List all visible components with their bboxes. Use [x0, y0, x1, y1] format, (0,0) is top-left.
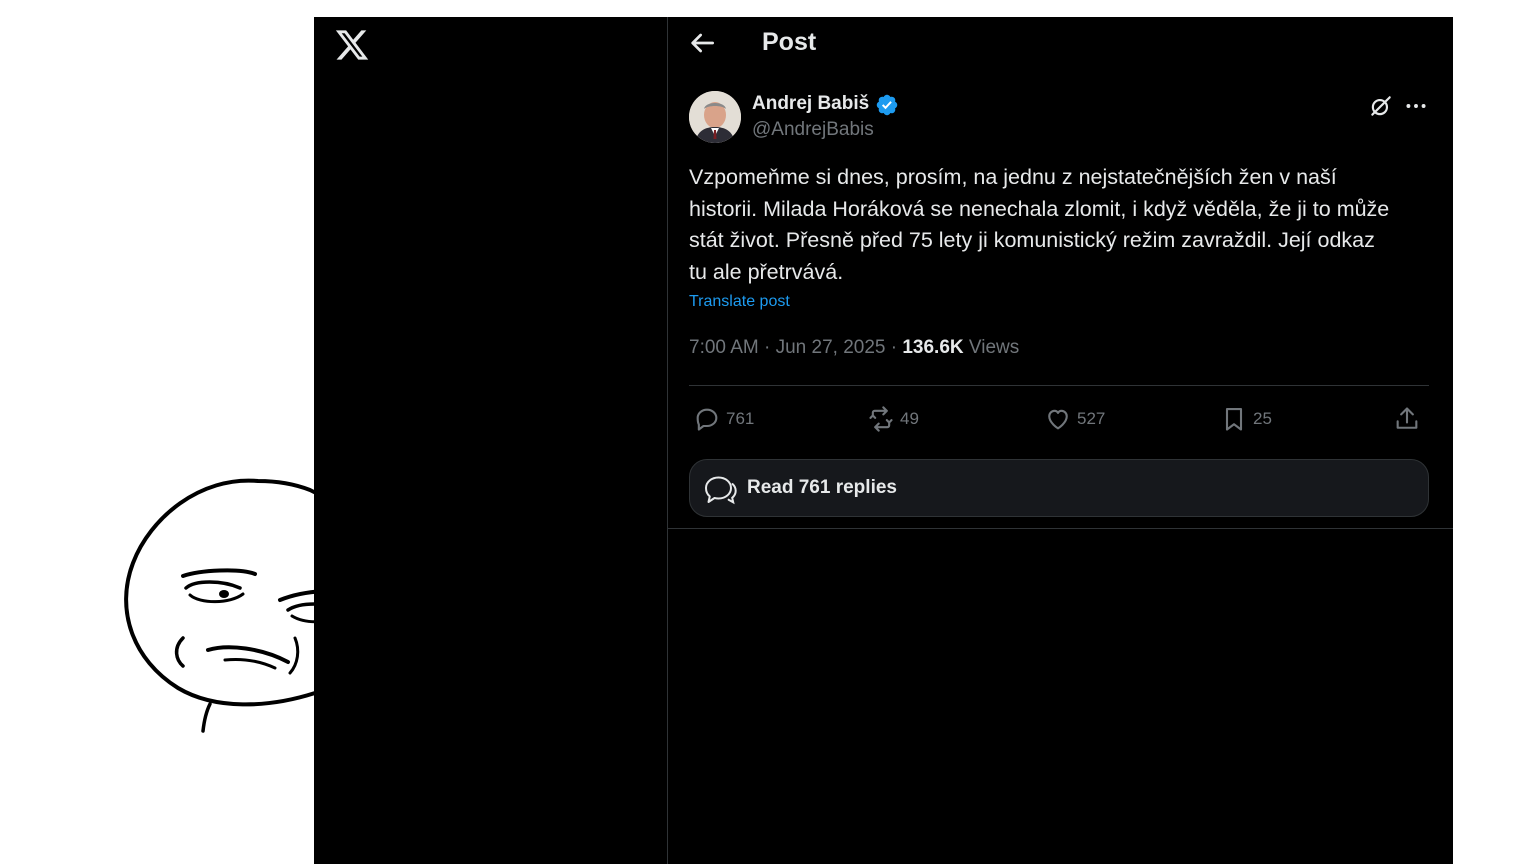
repost-icon	[869, 406, 893, 432]
timestamp[interactable]: 7:00 AM · Jun 27, 2025 ·	[689, 337, 902, 358]
like-icon	[1048, 409, 1068, 430]
bookmark-icon	[1225, 408, 1243, 431]
x-logo[interactable]	[334, 27, 370, 63]
repost-count: 49	[900, 409, 919, 428]
translate-post-link[interactable]: Translate post	[689, 293, 790, 311]
avatar-photo	[689, 91, 741, 143]
divider	[689, 385, 1429, 386]
like-count: 527	[1077, 409, 1106, 428]
like-button[interactable]: 527	[1044, 401, 1105, 437]
author-name[interactable]: Andrej Babiš	[752, 93, 869, 115]
bookmark-count: 25	[1253, 409, 1272, 428]
reply-icon	[696, 408, 718, 431]
more-icon[interactable]	[1403, 93, 1429, 119]
post-text-line: tu ale přetrvává.	[689, 259, 844, 284]
repost-button[interactable]: 49	[867, 401, 919, 437]
post-text-line: Vzpomeňme si dnes, prosím, na jednu z ne…	[689, 165, 1337, 189]
reply-button[interactable]: 761	[693, 401, 754, 437]
post-text: Vzpomeňme si dnes, prosím, na jednu z ne…	[689, 162, 1429, 288]
header: Post	[668, 17, 1453, 69]
views-count: 136.6K	[902, 337, 964, 358]
divider	[668, 528, 1453, 529]
read-replies-button[interactable]: Read 761 replies	[689, 459, 1429, 517]
bookmark-button[interactable]: 25	[1220, 401, 1272, 437]
post-text-line: stát život. Přesně před 75 lety ji komun…	[689, 228, 1375, 252]
replies-bubble-icon	[705, 476, 737, 505]
left-nav-column	[314, 17, 667, 864]
post-meta: 7:00 AM · Jun 27, 2025 · 136.6K Views	[689, 337, 1019, 359]
share-icon	[1396, 407, 1418, 429]
post-text-line: historii. Milada Horáková se nenechala z…	[689, 196, 1390, 221]
views-label: Views	[963, 337, 1020, 358]
share-button[interactable]	[1393, 401, 1426, 437]
author-handle: @AndrejBabis	[752, 119, 874, 140]
back-arrow-icon[interactable]	[686, 27, 718, 59]
action-bar: 761 49 527 25	[689, 401, 1429, 437]
screenshot-frame: Post Andrej Babiš @AndrejBabis Vzpomeňme…	[314, 17, 1453, 864]
avatar[interactable]	[689, 91, 741, 143]
reply-count: 761	[726, 409, 755, 428]
grok-icon[interactable]	[1368, 93, 1394, 119]
verified-badge-icon	[876, 94, 898, 116]
page-title: Post	[762, 28, 817, 56]
read-replies-label: Read 761 replies	[747, 477, 897, 498]
post-detail-column: Post Andrej Babiš @AndrejBabis Vzpomeňme…	[668, 17, 1453, 864]
